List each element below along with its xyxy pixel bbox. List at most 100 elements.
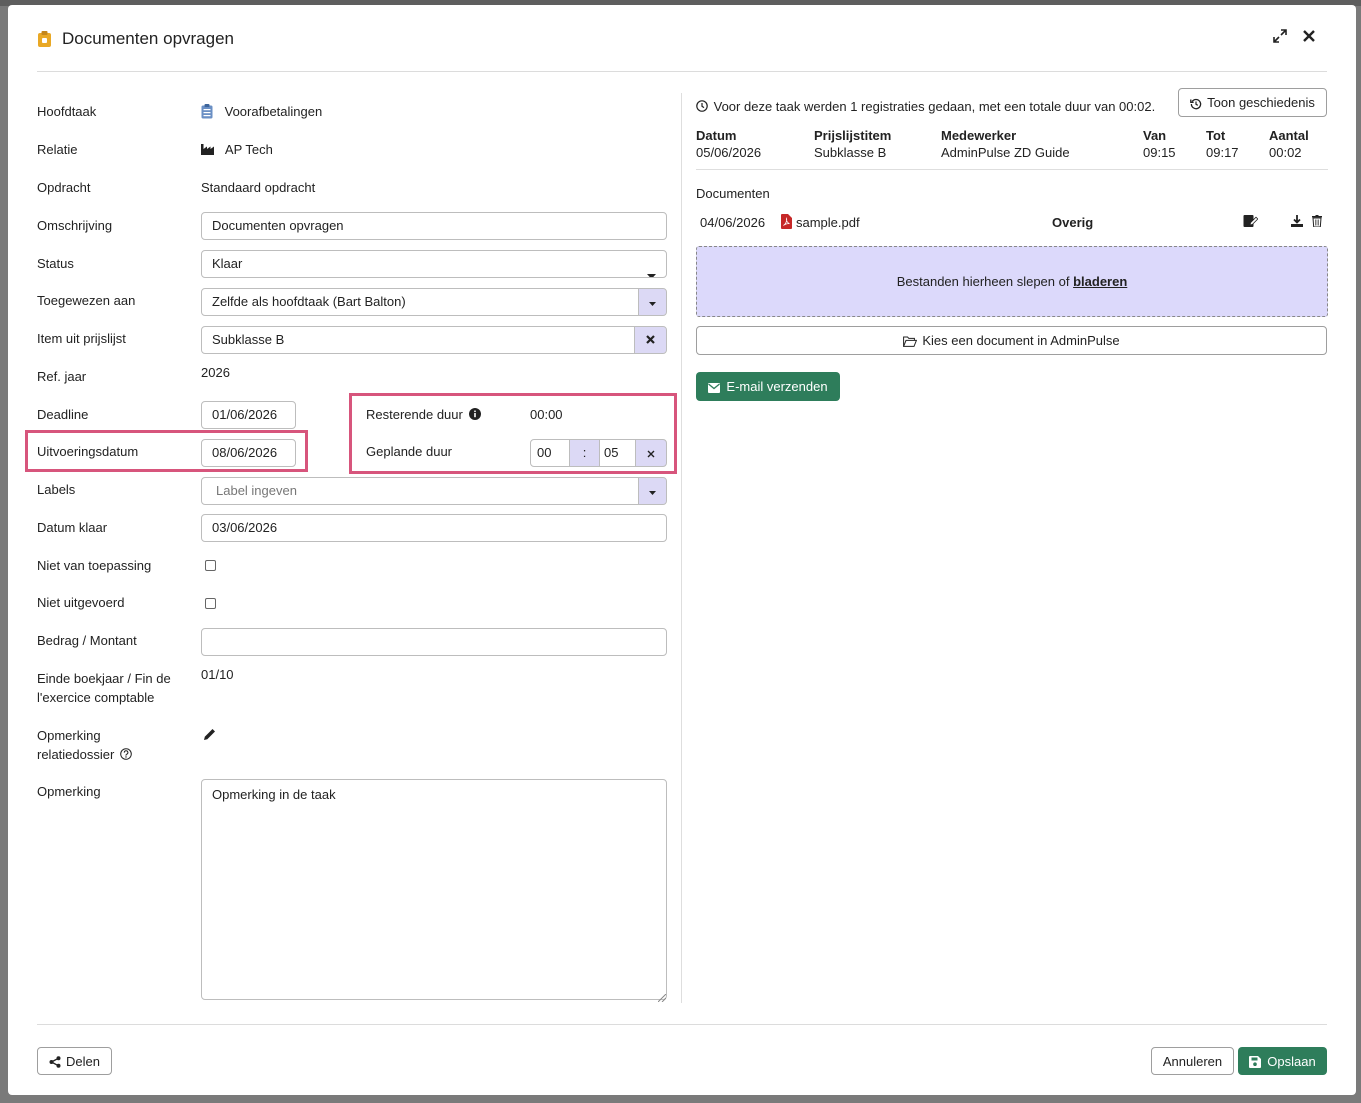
pencil-icon[interactable] (203, 728, 216, 744)
registration-cell-van: 09:15 (1143, 145, 1176, 160)
labels-input[interactable]: Label ingeven (201, 477, 667, 505)
datum-klaar-label: Datum klaar (37, 520, 108, 535)
registration-cell-medewerker: AdminPulse ZD Guide (941, 145, 1070, 160)
edit-document-icon[interactable] (1243, 214, 1259, 231)
deadline-label: Deadline (37, 407, 89, 422)
share-button[interactable]: Delen (37, 1047, 112, 1075)
save-button[interactable]: Opslaan (1238, 1047, 1327, 1075)
cancel-button[interactable]: Annuleren (1151, 1047, 1234, 1075)
geplande-duur-hours-input[interactable]: 00 (530, 439, 570, 467)
share-icon (49, 1054, 61, 1069)
clipboard-icon (38, 31, 51, 50)
toegewezen-select[interactable]: Zelfde als hoofdtaak (Bart Balton) (201, 288, 667, 316)
document-category: Overig (1052, 215, 1094, 230)
geplande-duur-input-group: 00 : 05 (530, 439, 667, 467)
opmerking-relatiedossier-line1: Opmerking (37, 728, 101, 743)
labels-dropdown-button[interactable] (638, 478, 666, 504)
send-email-label: E-mail verzenden (726, 379, 828, 394)
labels-label: Labels (37, 482, 76, 497)
envelope-icon (708, 379, 721, 394)
niet-van-toepassing-checkbox[interactable] (205, 560, 216, 571)
omschrijving-label: Omschrijving (37, 218, 113, 233)
relatie-text: AP Tech (224, 142, 273, 157)
hoofdtaak-text: Voorafbetalingen (224, 104, 323, 119)
info-icon[interactable] (469, 407, 482, 422)
omschrijving-input[interactable]: Documenten opvragen (201, 212, 667, 240)
modal-header: Documenten opvragen (37, 5, 1327, 72)
geplande-duur-clear-button[interactable] (635, 439, 667, 467)
hoofdtaak-value[interactable]: Voorafbetalingen (201, 102, 322, 121)
einde-boekjaar-label-line2: l'exercice comptable (37, 690, 155, 705)
col-header-van: Van (1143, 128, 1167, 143)
col-header-prijslijstitem: Prijslijstitem (814, 128, 892, 143)
documents-title: Documenten (696, 186, 770, 201)
clear-icon (647, 446, 655, 461)
file-dropzone[interactable]: Bestanden hierheen slepen of bladeren (696, 246, 1328, 317)
choose-document-button[interactable]: Kies een document in AdminPulse (696, 326, 1327, 355)
bedrag-label: Bedrag / Montant (37, 633, 137, 648)
caret-down-icon (649, 478, 656, 504)
ref-jaar-value: 2026 (201, 365, 230, 380)
help-icon[interactable] (118, 747, 132, 762)
status-select[interactable]: Klaar (201, 250, 667, 278)
niet-uitgevoerd-checkbox[interactable] (205, 598, 216, 609)
history-button-label: Toon geschiedenis (1207, 95, 1315, 110)
document-filename-link[interactable]: sample.pdf (796, 215, 860, 230)
prijslijst-clear-button[interactable] (634, 327, 666, 353)
folder-open-icon (903, 333, 918, 348)
choose-document-label: Kies een document in AdminPulse (922, 333, 1120, 348)
modal-title: Documenten opvragen (62, 29, 235, 48)
resize-handle-icon[interactable] (657, 990, 667, 1005)
download-icon[interactable] (1291, 215, 1303, 230)
uitvoeringsdatum-label: Uitvoeringsdatum (37, 444, 139, 459)
time-separator: : (569, 439, 600, 467)
history-icon (1190, 95, 1202, 110)
registration-cell-prijslijstitem: Subklasse B (814, 145, 887, 160)
hoofdtaak-label: Hoofdtaak (37, 104, 97, 119)
labels-placeholder: Label ingeven (216, 483, 297, 498)
datum-klaar-input[interactable]: 03/06/2026 (201, 514, 667, 542)
opmerking-label: Opmerking (37, 784, 101, 799)
bedrag-input[interactable] (201, 628, 667, 656)
opmerking-relatiedossier-label: Opmerking relatiedossier (37, 726, 132, 764)
expand-icon[interactable] (1271, 27, 1289, 45)
save-button-label: Opslaan (1267, 1053, 1316, 1069)
registrations-separator (696, 169, 1328, 170)
side-panel: Voor deze taak werden 1 registraties ged… (696, 72, 1328, 1022)
dropzone-text: Bestanden hierheen slepen of (896, 274, 1070, 289)
history-button[interactable]: Toon geschiedenis (1178, 88, 1327, 117)
trash-icon[interactable] (1312, 215, 1322, 230)
registration-cell-tot: 09:17 (1206, 145, 1239, 160)
niet-van-toepassing-label: Niet van toepassing (37, 558, 152, 573)
document-date: 04/06/2026 (700, 215, 766, 230)
send-email-button[interactable]: E-mail verzenden (696, 372, 840, 401)
geplande-duur-minutes-input[interactable]: 05 (599, 439, 636, 467)
uitvoeringsdatum-input[interactable]: 08/06/2026 (201, 439, 296, 467)
relatie-value[interactable]: AP Tech (201, 140, 273, 159)
geplande-duur-label: Geplande duur (366, 444, 453, 459)
cancel-button-label: Annuleren (1162, 1053, 1223, 1069)
toegewezen-dropdown-button[interactable] (638, 289, 666, 315)
opdracht-label: Opdracht (37, 180, 91, 195)
prijslijst-value: Subklasse B (212, 332, 285, 347)
factory-icon (201, 142, 225, 157)
pdf-icon (781, 214, 792, 232)
status-value: Klaar (212, 256, 243, 271)
col-header-datum: Datum (696, 128, 737, 143)
registration-cell-datum: 05/06/2026 (696, 145, 762, 160)
registrations-summary: Voor deze taak werden 1 registraties ged… (696, 99, 1155, 114)
toegewezen-label: Toegewezen aan (37, 293, 136, 308)
ref-jaar-label: Ref. jaar (37, 369, 87, 384)
close-icon[interactable] (1300, 27, 1318, 45)
opmerking-textarea[interactable]: Opmerking in de taak (201, 779, 667, 1000)
caret-down-icon (649, 289, 656, 315)
share-button-label: Delen (66, 1053, 100, 1069)
deadline-input[interactable]: 01/06/2026 (201, 401, 296, 429)
resterende-duur-value: 00:00 (530, 407, 563, 422)
column-divider (681, 93, 682, 1003)
opdracht-value: Standaard opdracht (201, 180, 316, 195)
einde-boekjaar-label: Einde boekjaar / Fin de l'exercice compt… (37, 669, 171, 707)
browse-link[interactable]: bladeren (1073, 274, 1127, 289)
prijslijst-select[interactable]: Subklasse B (201, 326, 667, 354)
task-modal: Documenten opvragen Hoofdtaak Voorafbeta… (8, 5, 1356, 1095)
